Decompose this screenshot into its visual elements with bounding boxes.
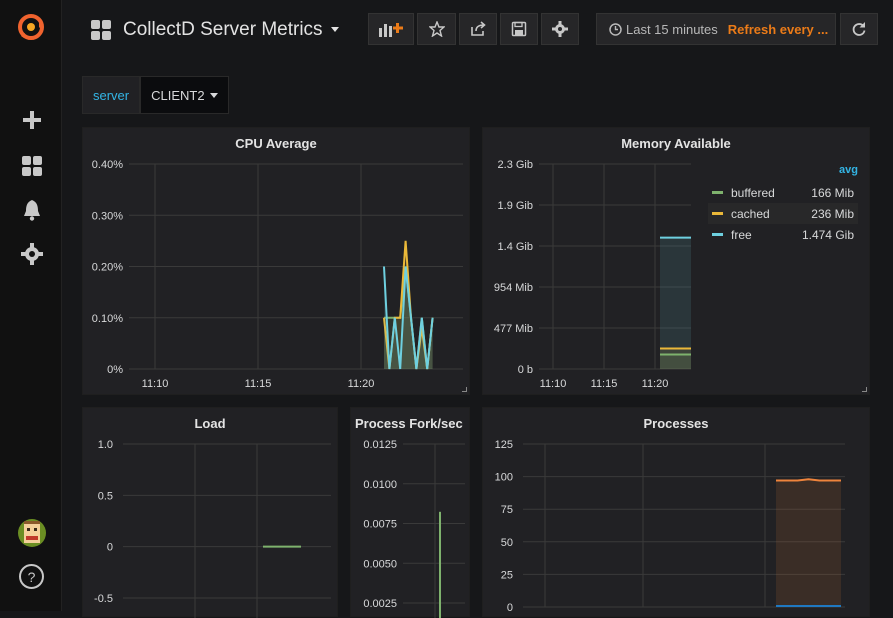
y-tick-label: 75 xyxy=(501,504,513,516)
variable-value: CLIENT2 xyxy=(151,87,205,103)
x-tick-label: 11:10 xyxy=(142,378,169,390)
clock-icon xyxy=(609,22,622,36)
resize-handle[interactable] xyxy=(462,387,467,392)
x-tick-label: 11:20 xyxy=(642,378,669,390)
share-icon xyxy=(471,21,486,36)
legend-swatch xyxy=(712,191,723,194)
add-panel-button[interactable] xyxy=(368,13,414,45)
legend-value: 166 Mib xyxy=(811,185,854,200)
legend-swatch xyxy=(712,233,723,236)
template-variables: server CLIENT2 xyxy=(82,76,229,114)
y-tick-label: 0.10% xyxy=(92,313,123,325)
y-tick-label: 2.3 Gib xyxy=(498,159,533,171)
legend-value: 1.474 Gib xyxy=(801,227,854,242)
share-button[interactable] xyxy=(459,13,497,45)
navbar: CollectD Server Metrics Last 15 minutes … xyxy=(62,0,893,60)
gear-icon[interactable] xyxy=(18,240,46,268)
add-panel-icon xyxy=(379,23,403,37)
legend-name: cached xyxy=(731,206,770,221)
legend-header: avg xyxy=(839,164,858,176)
side-menu: ? xyxy=(0,0,62,611)
panel-process-fork[interactable]: Process Fork/sec 0.0125 0.0100 0.0075 0.005… xyxy=(350,407,470,618)
y-tick-label: 0.0050 xyxy=(363,558,397,570)
y-tick-label: 1.0 xyxy=(98,439,113,451)
star-button[interactable] xyxy=(417,13,456,45)
variable-select[interactable]: CLIENT2 xyxy=(140,76,229,114)
graph-legend: avg buffered 166 Mib cached 236 Mib free 1.… xyxy=(708,164,858,245)
dashboards-icon[interactable] xyxy=(90,19,112,41)
y-tick-label: 0.0025 xyxy=(363,598,397,610)
y-tick-label: 0.20% xyxy=(92,262,123,274)
save-icon xyxy=(511,21,527,37)
y-tick-label: 0.30% xyxy=(92,210,123,222)
y-tick-label: 1.4 Gib xyxy=(498,241,533,253)
y-tick-label: 0.0125 xyxy=(363,439,397,451)
y-tick-label: 0 xyxy=(507,602,513,614)
legend-swatch xyxy=(712,212,723,215)
grafana-logo-icon[interactable] xyxy=(16,12,46,42)
y-tick-label: 0.0100 xyxy=(363,479,397,491)
y-tick-label: -0.5 xyxy=(94,593,113,605)
help-icon[interactable]: ? xyxy=(19,564,44,589)
legend-name: free xyxy=(731,227,752,242)
y-tick-label: 0 xyxy=(107,542,113,554)
x-tick-label: 11:10 xyxy=(540,378,567,390)
dashboard-title[interactable]: CollectD Server Metrics xyxy=(123,19,339,41)
y-tick-label: 125 xyxy=(495,439,513,451)
dashboard-title-text: CollectD Server Metrics xyxy=(123,19,323,40)
plus-icon[interactable] xyxy=(18,106,46,134)
y-tick-label: 0% xyxy=(107,364,123,376)
legend-item[interactable]: cached 236 Mib xyxy=(708,203,858,224)
dashboards-icon[interactable] xyxy=(18,152,46,180)
y-tick-label: 0.0075 xyxy=(363,519,397,531)
panel-memory-available[interactable]: Memory Available 0 b 477 Mib 954 Mib 1.4 Gi… xyxy=(482,127,870,395)
cpu-average-graph: 0% 0.10% 0.20% 0.30% 0.40% 11:10 11:15 11:20 xyxy=(92,159,463,390)
series-area xyxy=(660,354,691,369)
time-range-label: Last 15 minutes xyxy=(626,21,718,37)
x-tick-label: 11:20 xyxy=(348,378,375,390)
legend-item[interactable]: buffered 166 Mib xyxy=(708,182,858,203)
x-tick-label: 11:15 xyxy=(591,378,618,390)
y-tick-label: 0 b xyxy=(518,364,533,376)
caret-down-icon xyxy=(209,92,218,98)
refresh-button[interactable] xyxy=(840,13,878,45)
settings-icon xyxy=(552,21,568,37)
y-tick-label: 954 Mib xyxy=(494,282,533,294)
star-icon xyxy=(428,21,445,37)
avatar[interactable] xyxy=(18,519,46,547)
series-area xyxy=(776,479,841,607)
legend-name: buffered xyxy=(731,185,775,200)
panel-cpu-average[interactable]: CPU Average 0% 0.10% 0.20% 0.30% 0.40% 11:10 1… xyxy=(82,127,470,395)
y-tick-label: 477 Mib xyxy=(494,323,533,335)
chevron-down-icon xyxy=(330,27,339,33)
processes-graph: 0 25 50 75 100 125 xyxy=(495,439,845,614)
panel-processes[interactable]: Processes 0 25 50 75 100 125 xyxy=(482,407,870,617)
refresh-interval-label: Refresh every ... xyxy=(727,21,829,37)
process-fork-graph: 0.0125 0.0100 0.0075 0.0050 0.0025 xyxy=(363,439,465,618)
y-tick-label: 50 xyxy=(501,537,513,549)
variable-label: server xyxy=(82,76,141,114)
y-tick-label: 1.9 Gib xyxy=(498,200,533,212)
x-tick-label: 11:15 xyxy=(245,378,272,390)
y-tick-label: 100 xyxy=(495,472,513,484)
save-button[interactable] xyxy=(500,13,538,45)
panel-load[interactable]: Load -0.5 0 0.5 1.0 xyxy=(82,407,338,618)
y-tick-label: 25 xyxy=(501,569,513,581)
legend-item[interactable]: free 1.474 Gib xyxy=(708,224,858,245)
y-tick-label: 0.40% xyxy=(92,159,123,171)
resize-handle[interactable] xyxy=(862,387,867,392)
load-graph: -0.5 0 0.5 1.0 xyxy=(94,439,331,618)
settings-button[interactable] xyxy=(541,13,579,45)
legend-value: 236 Mib xyxy=(811,206,854,221)
refresh-icon xyxy=(852,22,866,36)
time-picker[interactable]: Last 15 minutes Refresh every ... xyxy=(596,13,836,45)
bell-icon[interactable] xyxy=(18,196,46,224)
y-tick-label: 0.5 xyxy=(98,490,113,502)
